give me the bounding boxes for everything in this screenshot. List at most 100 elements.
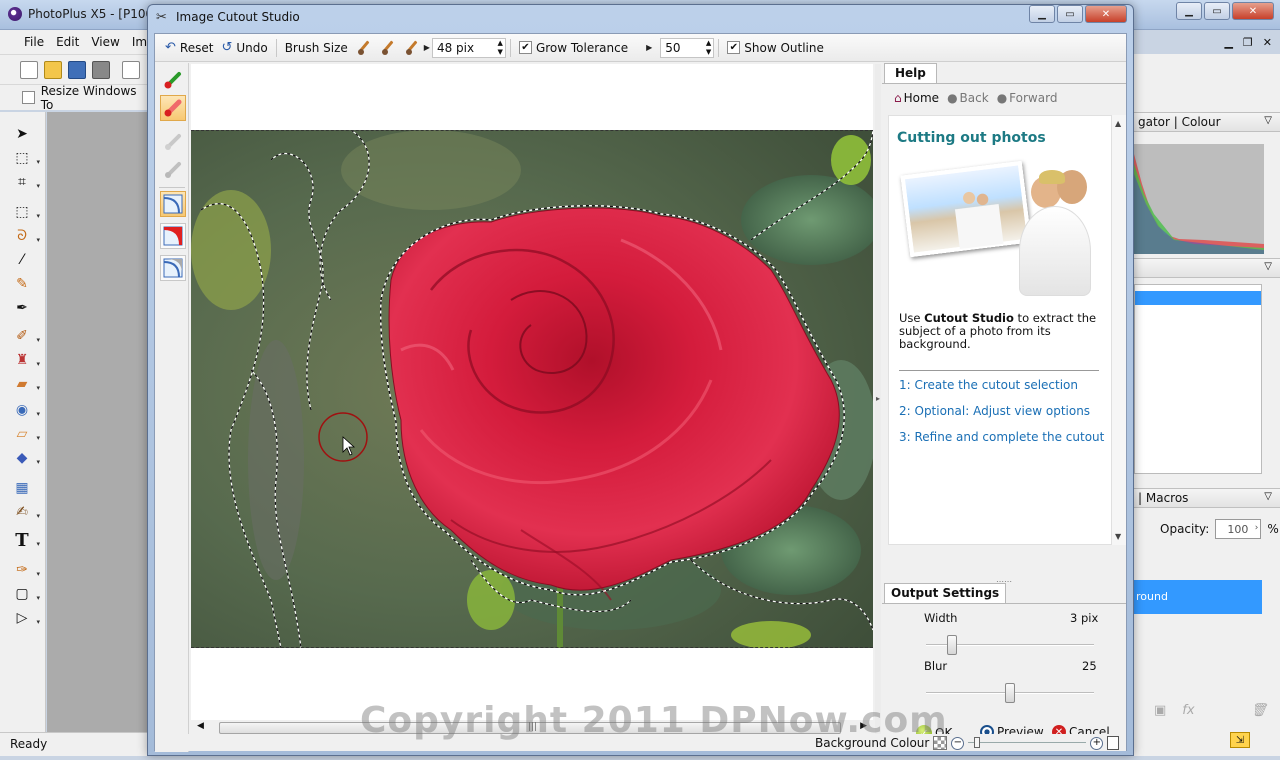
zoom-in-icon[interactable]: +	[1090, 736, 1104, 750]
reset-button[interactable]: ↶ Reset	[161, 37, 217, 59]
blur-slider[interactable]	[926, 683, 1094, 703]
background-layer-row[interactable]: round	[1134, 580, 1262, 614]
zoom-out-icon[interactable]: −	[951, 736, 965, 750]
delete-layer-icon[interactable]: 🗑	[1251, 703, 1268, 718]
scroll-down-icon[interactable]: ▼	[1115, 532, 1121, 541]
panel-splitter[interactable]: ▸	[875, 64, 881, 750]
panel-menu-icon[interactable]: ▽	[1264, 491, 1272, 502]
print-icon[interactable]	[92, 61, 110, 79]
selected-layer-row[interactable]	[1135, 291, 1261, 305]
scroll-up-icon[interactable]: ▲	[1115, 119, 1121, 128]
menu-edit[interactable]: Edit	[56, 35, 79, 49]
new-file-icon[interactable]	[20, 61, 38, 79]
deform-tool-icon[interactable]: ⬚ ▾	[12, 148, 40, 168]
brush-size-spinner-icon[interactable]: ▲ ▼	[498, 39, 503, 57]
brush-select-icon[interactable]: ✎	[12, 274, 32, 294]
opacity-input[interactable]: 100 ›	[1215, 519, 1262, 539]
output-settings-tab[interactable]: Output Settings	[884, 583, 1007, 603]
pointer-tool-icon[interactable]: ➤	[12, 124, 32, 144]
selection-tool-icon[interactable]: ⬚ ▾	[12, 202, 40, 222]
zoom-slider[interactable]	[968, 736, 1087, 750]
help-back-link[interactable]: ● Back	[947, 91, 989, 105]
text-tool-icon[interactable]: T ▾	[12, 530, 40, 551]
undo-button[interactable]: ↺ Undo	[217, 37, 271, 59]
menu-view[interactable]: View	[91, 35, 119, 49]
maximize-button[interactable]: ▭	[1204, 2, 1230, 20]
help-forward-link[interactable]: ● Forward	[997, 91, 1058, 105]
resize-windows-checkbox[interactable]	[22, 91, 35, 104]
keep-brush-tool[interactable]	[160, 67, 186, 93]
brush-size-input[interactable]: 48 pix ▲ ▼	[431, 37, 506, 58]
help-home-link[interactable]: ⌂ Home	[894, 91, 939, 105]
lasso-tool-icon[interactable]: ᘐ ▾	[12, 226, 40, 246]
pen-tool-icon[interactable]: ✑ ▾	[12, 560, 40, 580]
menu-image[interactable]: Im	[132, 35, 147, 49]
crop-tool-icon[interactable]: ⌗ ▾	[12, 172, 40, 192]
layer-effects-icon[interactable]: fx	[1182, 703, 1194, 718]
view-transparent-tool[interactable]	[160, 255, 186, 281]
tab-divider	[882, 603, 1126, 604]
eraser-tool-icon[interactable]: ▱ ▾	[12, 424, 40, 444]
menu-file[interactable]: File	[24, 35, 44, 49]
warp-tool-icon[interactable]: ▦	[12, 478, 32, 498]
scroll-left-icon[interactable]: ◀	[197, 721, 204, 731]
open-folder-icon[interactable]	[44, 61, 62, 79]
discard-brush-tool[interactable]	[160, 95, 186, 121]
save-icon[interactable]	[68, 61, 86, 79]
macros-panel-header[interactable]: | Macros ▽	[1134, 488, 1280, 508]
panel-menu-icon[interactable]: ▽	[1264, 115, 1272, 126]
grow-tolerance-checkbox[interactable]: ✔	[518, 41, 532, 54]
discard-refine-tool[interactable]	[160, 157, 186, 183]
panel-menu-icon[interactable]: ▽	[1264, 261, 1272, 272]
fill-tool-icon[interactable]: ◆ ▾	[12, 448, 40, 468]
resize-corner-icon[interactable]: ⇲	[1230, 732, 1250, 748]
grow-tolerance-arrow-icon[interactable]: ▶	[646, 43, 652, 52]
paintbrush-tool-icon[interactable]: ✐ ▾	[12, 326, 40, 346]
blur-slider-thumb[interactable]	[1005, 683, 1015, 703]
fit-page-icon[interactable]	[1107, 736, 1120, 750]
close-button[interactable]: ✕	[1232, 2, 1274, 20]
width-slider[interactable]	[926, 635, 1094, 655]
layer-mask-icon[interactable]: ▣	[1154, 703, 1166, 718]
zoom-slider-thumb[interactable]	[974, 737, 981, 748]
brush-large-icon[interactable]	[400, 37, 424, 59]
opacity-arrow-icon[interactable]: ›	[1255, 523, 1259, 533]
clone-tool-icon[interactable]: ♜ ▾	[12, 350, 40, 370]
mdi-restore-icon[interactable]: ❐	[1243, 36, 1253, 49]
minimize-button[interactable]: ▁	[1176, 2, 1202, 20]
node-tool-icon[interactable]: ▷ ▾	[12, 608, 40, 628]
forward-icon: ●	[996, 91, 1008, 105]
keep-refine-tool[interactable]	[160, 129, 186, 155]
copy-icon[interactable]	[122, 61, 140, 79]
help-link-create-selection[interactable]: 1: Create the cutout selection	[899, 378, 1078, 392]
brush-size-arrow-icon[interactable]: ▶	[424, 43, 430, 52]
show-outline-toggle[interactable]: ✔ Show Outline	[723, 37, 828, 59]
color-pickup-icon[interactable]: ✒	[12, 298, 32, 318]
width-slider-thumb[interactable]	[947, 635, 957, 655]
brush-small-icon[interactable]	[352, 37, 376, 59]
grow-tolerance-toggle[interactable]: ✔ Grow Tolerance	[515, 37, 632, 59]
navigator-panel-header[interactable]: gator | Colour ▽	[1134, 112, 1280, 132]
show-outline-checkbox[interactable]: ✔	[727, 41, 741, 54]
help-link-view-options[interactable]: 2: Optional: Adjust view options	[899, 404, 1090, 418]
layers-panel-header[interactable]: ▽	[1134, 258, 1280, 278]
cutout-canvas[interactable]	[191, 64, 873, 720]
dialog-minimize-button[interactable]: ▁	[1029, 5, 1055, 23]
shape-tool-icon[interactable]: ▢ ▾	[12, 584, 40, 604]
magic-wand-icon[interactable]: ⁄	[12, 250, 32, 270]
help-scrollbar[interactable]: ▲ ▼	[1112, 115, 1126, 545]
view-red-tint-tool[interactable]	[160, 223, 186, 249]
patch-tool-icon[interactable]: ▰ ▾	[12, 374, 40, 394]
view-outline-tool[interactable]	[160, 191, 186, 217]
help-tab[interactable]: Help	[884, 63, 937, 83]
grow-tolerance-spinner-icon[interactable]: ▲ ▼	[706, 39, 711, 57]
dialog-close-button[interactable]: ✕	[1085, 5, 1127, 23]
grow-tolerance-input[interactable]: 50 ▲ ▼	[660, 37, 715, 58]
help-link-refine[interactable]: 3: Refine and complete the cutout	[899, 430, 1104, 444]
brush-medium-icon[interactable]	[376, 37, 400, 59]
mdi-minimize-icon[interactable]: ▁	[1224, 36, 1232, 49]
mdi-close-icon[interactable]: ✕	[1263, 36, 1272, 49]
dialog-maximize-button[interactable]: ▭	[1057, 5, 1083, 23]
red-eye-tool-icon[interactable]: ◉ ▾	[12, 400, 40, 420]
smudge-tool-icon[interactable]: ✍ ▾	[12, 502, 40, 522]
